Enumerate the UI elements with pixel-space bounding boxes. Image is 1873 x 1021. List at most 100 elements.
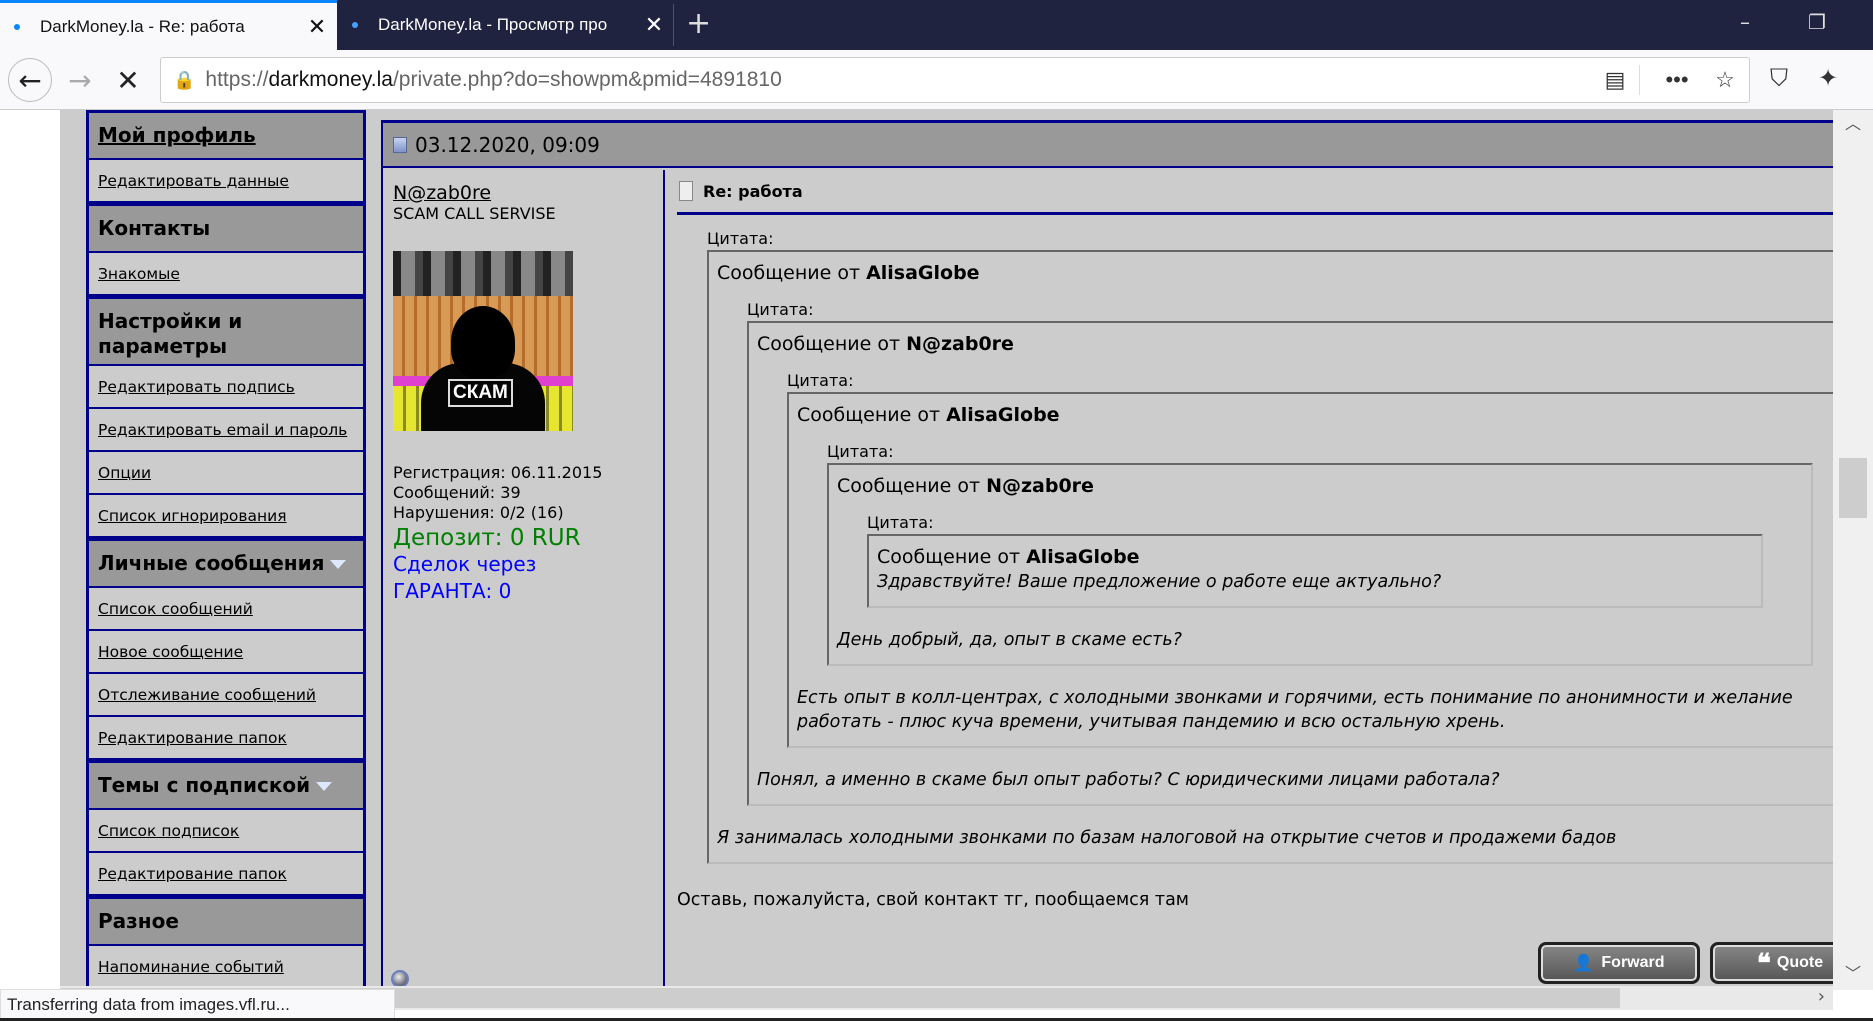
deposit: Депозит: 0 RUR — [393, 525, 581, 551]
sidebar-item-link[interactable]: Список сообщений — [98, 600, 253, 618]
sidebar-item-link[interactable]: Редактировать подпись — [98, 378, 295, 396]
scroll-right-icon[interactable]: › — [1818, 986, 1825, 1007]
tab-title: DarkMoney.la - Просмотр про — [378, 15, 608, 34]
violations: Нарушения: 0/2 (16) — [393, 503, 564, 522]
sidebar-item-link[interactable]: Список игнорирования — [98, 507, 287, 525]
quote-author: N@zab0re — [986, 475, 1094, 497]
sidebar-item-link[interactable]: Напоминание событий — [98, 958, 284, 976]
message-body: Цитата: Сообщение от AlisaGlobe Цитата: Соо… — [677, 229, 1833, 910]
reader-view-icon[interactable]: ▤ — [1591, 67, 1639, 93]
collapse-arrow-icon[interactable] — [330, 560, 347, 569]
back-icon[interactable]: ← — [8, 58, 52, 102]
sidebar-header-label[interactable]: Мой профиль — [98, 123, 256, 147]
sidebar-header-label: Настройки и параметры — [98, 309, 243, 358]
sidebar-item-link[interactable]: Редактировать данные — [98, 172, 289, 190]
sidebar-item-link[interactable]: Редактирование папок — [98, 729, 287, 747]
nav-toolbar: ← → ✕ 🔒 https://darkmoney.la/private.php… — [0, 50, 1873, 110]
sidebar-section-header: Настройки и параметры — [89, 296, 363, 366]
restore-icon[interactable]: ❐ — [1808, 10, 1826, 34]
sidebar-item[interactable]: Список игнорирования — [89, 495, 363, 538]
sidebar-item[interactable]: Список подписок — [89, 810, 363, 853]
insecure-lock-icon[interactable]: 🔒 — [173, 70, 195, 91]
sidebar-item-link[interactable]: Опции — [98, 464, 151, 482]
sidebar-item[interactable]: Редактировать email и пароль — [89, 409, 363, 452]
vertical-scrollbar[interactable]: ︿ ﹀ — [1833, 110, 1873, 990]
quote-block: Сообщение от AlisaGlobe Здравствуйте! Ваш… — [867, 534, 1763, 608]
stop-icon[interactable]: ✕ — [106, 58, 150, 102]
sidebar-item[interactable]: Список сообщений — [89, 588, 363, 631]
quote-author: AlisaGlobe — [946, 404, 1060, 426]
shield-icon[interactable]: ⛉ — [1770, 64, 1788, 92]
quote-label: Цитата: — [827, 442, 894, 461]
sidebar-header-label: Личные сообщения — [98, 551, 325, 575]
avatar-label: СКАМ — [448, 379, 513, 407]
sidebar-item[interactable]: Редактирование папок — [89, 853, 363, 896]
quote-from-prefix: Сообщение от — [757, 333, 901, 355]
message-text: Оставь, пожалуйста, свой контакт тг, поо… — [677, 890, 1189, 910]
tab-inactive[interactable]: DarkMoney.la - Просмотр про ✕ — [338, 0, 674, 50]
sidebar-header-label: Разное — [98, 909, 179, 933]
sidebar-item-link[interactable]: Знакомые — [98, 265, 180, 283]
sidebar-menu: Мой профиль Редактировать данные Контакты З… — [86, 110, 366, 986]
sidebar-item[interactable]: Отслеживание сообщений — [89, 674, 363, 717]
sidebar-item-link[interactable]: Новое сообщение — [98, 643, 243, 661]
sidebar-section-header[interactable]: Мой профиль — [89, 110, 363, 160]
quote-text: Здравствуйте! Ваше предложение о работе … — [877, 572, 1442, 592]
document-icon — [679, 181, 693, 201]
scroll-up-icon[interactable]: ︿ — [1845, 110, 1861, 134]
quote-author: AlisaGlobe — [866, 262, 980, 284]
sidebar-item-link[interactable]: Редактирование папок — [98, 865, 287, 883]
close-tab-icon[interactable]: ✕ — [297, 14, 337, 40]
quote-author: AlisaGlobe — [1026, 546, 1140, 568]
quote-text: День добрый, да, опыт в скаме есть? — [837, 630, 1182, 650]
post-date-bar: 03.12.2020, 09:09 — [383, 123, 1833, 168]
quote-from-prefix: Сообщение от — [837, 475, 981, 497]
minimize-icon[interactable]: – — [1740, 10, 1750, 34]
quote-text: Я занималась холодными звонками по базам… — [717, 828, 1617, 848]
sidebar-item[interactable]: Опции — [89, 452, 363, 495]
tab-active[interactable]: DarkMoney.la - Re: работа ✕ — [0, 0, 337, 50]
collapse-arrow-icon[interactable] — [316, 782, 333, 791]
bookmark-star-icon[interactable]: ☆ — [1701, 67, 1749, 93]
close-tab-icon[interactable]: ✕ — [634, 12, 674, 38]
quote-from-prefix: Сообщение от — [797, 404, 941, 426]
url-bar[interactable]: 🔒 https://darkmoney.la/private.php?do=sh… — [160, 57, 1750, 103]
quote-block: Сообщение от AlisaGlobe Цитата: Сообщение … — [707, 250, 1833, 864]
sidebar-item-link[interactable]: Редактировать email и пароль — [98, 421, 347, 439]
sidebar-header-label: Темы с подпиской — [98, 773, 311, 797]
username-link[interactable]: N@zab0re — [393, 182, 491, 204]
sidebar-item[interactable]: Редактирование папок — [89, 717, 363, 760]
avatar-crowd — [393, 251, 573, 296]
sidebar-item[interactable]: Новое сообщение — [89, 631, 363, 674]
user-info: N@zab0re SCAM CALL SERVISE СКАМ Регистра… — [383, 170, 665, 986]
online-status-icon — [391, 970, 409, 986]
more-actions-icon[interactable]: ••• — [1653, 67, 1701, 93]
quote-from-prefix: Сообщение от — [717, 262, 861, 284]
sidebar-item-link[interactable]: Список подписок — [98, 822, 239, 840]
quote-button[interactable]: ❝ Quote — [1710, 942, 1833, 984]
scroll-down-icon[interactable]: ﹀ — [1845, 960, 1861, 984]
quote-text: Есть опыт в колл-центрах, с холодными зв… — [797, 688, 1793, 732]
new-tab-icon[interactable]: + — [686, 6, 711, 41]
quote-label: Цитата: — [867, 513, 934, 532]
forward-button[interactable]: 👤 Forward — [1538, 942, 1700, 984]
quote-block: Сообщение от N@zab0re Цитата: Сообщение от… — [827, 463, 1813, 666]
sidebar-item[interactable]: Знакомые — [89, 253, 363, 296]
quote-text: Понял, а именно в скаме был опыт работы?… — [757, 770, 1500, 790]
sidebar-item[interactable]: Редактировать данные — [89, 160, 363, 203]
forward-label: Forward — [1601, 954, 1665, 971]
scrollbar-thumb[interactable] — [1839, 458, 1867, 518]
message-content: Re: работа Цитата: Сообщение от AlisaGlob… — [667, 170, 1833, 986]
quote-label: Цитата: — [787, 371, 854, 390]
divider — [1639, 65, 1653, 95]
sidebar-item-link[interactable]: Отслеживание сообщений — [98, 686, 316, 704]
sidebar-section-header[interactable]: Темы с подпиской — [89, 760, 363, 810]
extension-icon[interactable]: ✦ — [1818, 64, 1838, 92]
quote-icon: ❝ — [1756, 947, 1771, 978]
quote-label: Quote — [1776, 954, 1824, 971]
sidebar-section-header[interactable]: Личные сообщения — [89, 538, 363, 588]
status-bar: Transferring data from images.vfl.ru... — [0, 989, 395, 1021]
sidebar-item[interactable]: Напоминание событий — [89, 946, 363, 986]
sidebar-item[interactable]: Редактировать подпись — [89, 366, 363, 409]
forward-icon[interactable]: → — [58, 58, 102, 102]
